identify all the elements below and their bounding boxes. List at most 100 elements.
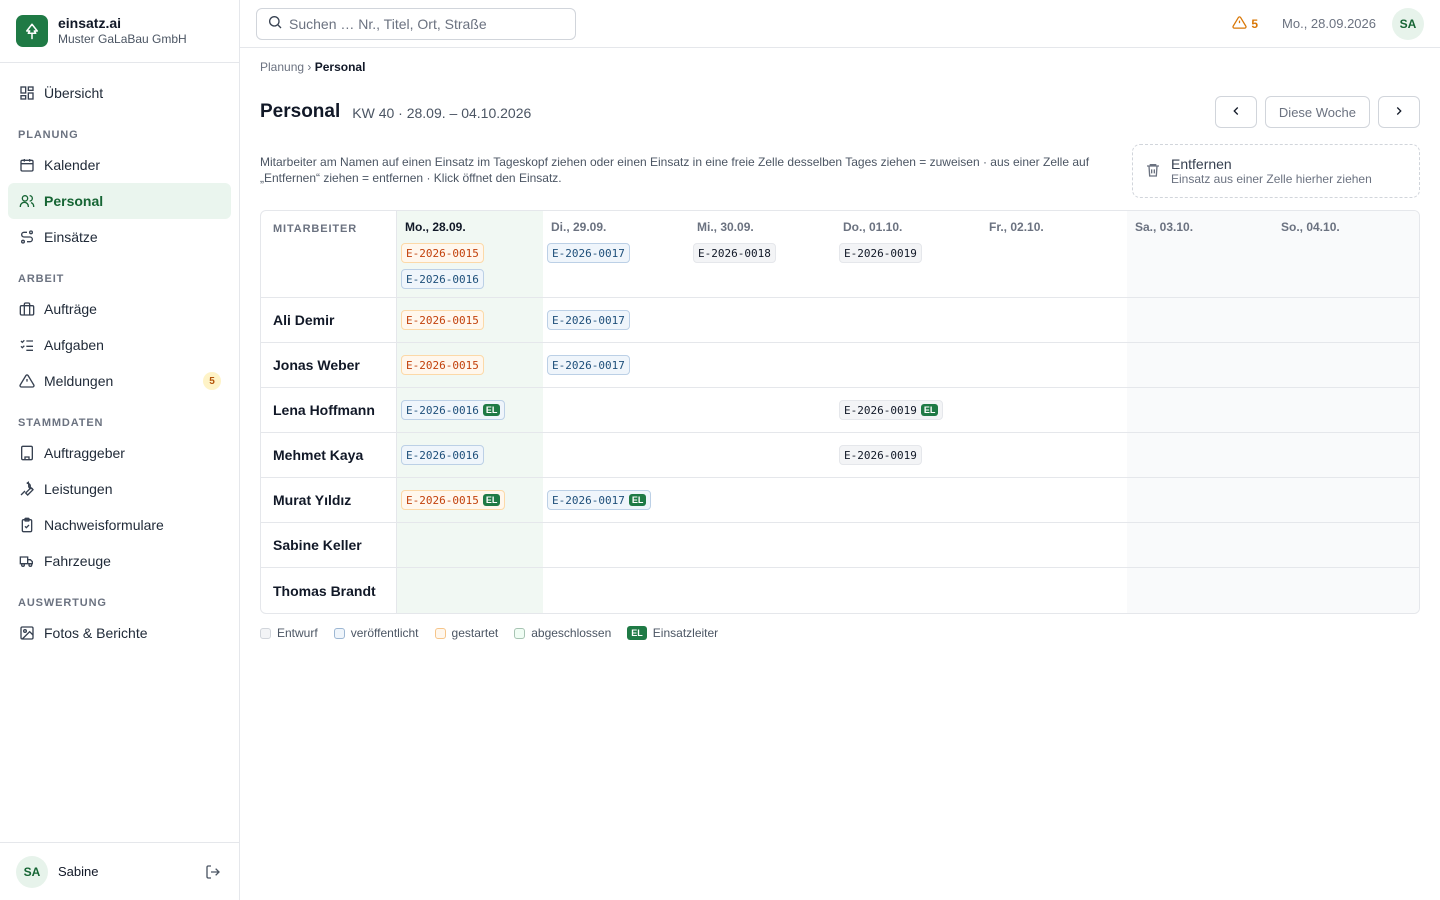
einsatz-chip[interactable]: E-2026-0015 [401, 355, 484, 375]
einsatz-chip[interactable]: E-2026-0017 [547, 310, 630, 330]
einsatz-chip[interactable]: E-2026-0017 [547, 243, 630, 263]
schedule-cell[interactable]: E-2026-0016 EL [397, 388, 543, 432]
search-box[interactable] [256, 7, 576, 40]
schedule-cell[interactable] [543, 523, 689, 567]
einsatz-chip[interactable]: E-2026-0017 [547, 355, 630, 375]
schedule-cell[interactable] [1273, 298, 1419, 342]
sidebar-item-fahrzeuge[interactable]: Fahrzeuge [8, 543, 231, 579]
schedule-cell[interactable] [981, 388, 1127, 432]
employee-name[interactable]: Jonas Weber [273, 357, 360, 373]
warnings-indicator[interactable]: 5 [1232, 15, 1258, 33]
breadcrumb-current: Personal [314, 60, 366, 74]
sidebar-item-auftraege[interactable]: Aufträge [8, 291, 231, 327]
schedule-cell[interactable] [1273, 388, 1419, 432]
schedule-cell[interactable] [1127, 388, 1273, 432]
prev-week-button[interactable] [1214, 96, 1257, 128]
employee-name[interactable]: Mehmet Kaya [273, 447, 363, 463]
schedule-cell[interactable] [543, 433, 689, 477]
schedule-cell[interactable] [397, 523, 543, 567]
schedule-cell[interactable] [835, 568, 981, 613]
schedule-cell[interactable] [1273, 568, 1419, 613]
schedule-cell[interactable] [981, 478, 1127, 522]
schedule-cell[interactable] [981, 343, 1127, 387]
schedule-cell[interactable]: E-2026-0019 [835, 433, 981, 477]
einsatz-chip[interactable]: E-2026-0017 EL [547, 490, 652, 510]
schedule-cell[interactable] [397, 568, 543, 613]
schedule-cell[interactable]: E-2026-0019 EL [835, 388, 981, 432]
breadcrumb-parent[interactable]: Planung [260, 60, 304, 74]
employee-name[interactable]: Lena Hoffmann [273, 402, 375, 418]
logout-icon[interactable] [203, 862, 223, 882]
employee-name[interactable]: Ali Demir [273, 312, 334, 328]
schedule-cell[interactable] [1127, 568, 1273, 613]
einsatz-chip[interactable]: E-2026-0019 [839, 445, 922, 465]
sidebar-item-personal[interactable]: Personal [8, 183, 231, 219]
schedule-cell[interactable]: E-2026-0017 [543, 298, 689, 342]
next-week-button[interactable] [1378, 96, 1420, 128]
employee-name[interactable]: Thomas Brandt [273, 583, 376, 599]
sidebar-item-aufgaben[interactable]: Aufgaben [8, 327, 231, 363]
schedule-cell[interactable] [1127, 478, 1273, 522]
einsatz-chip[interactable]: E-2026-0015 [401, 310, 484, 330]
schedule-cell[interactable] [835, 298, 981, 342]
schedule-cell[interactable] [1273, 433, 1419, 477]
remove-dropzone[interactable]: Entfernen Einsatz aus einer Zelle hierhe… [1132, 144, 1420, 198]
instructions-text: Mitarbeiter am Namen auf einen Einsatz i… [260, 155, 1090, 185]
schedule-cell[interactable] [1127, 433, 1273, 477]
sidebar-item-nachweisformulare[interactable]: Nachweisformulare [8, 507, 231, 543]
schedule-cell[interactable] [1273, 478, 1419, 522]
schedule-cell[interactable]: E-2026-0015 [397, 298, 543, 342]
avatar[interactable]: SA [16, 855, 48, 888]
chevron-right-icon [1392, 104, 1406, 121]
schedule-cell[interactable] [835, 523, 981, 567]
einsatz-chip[interactable]: E-2026-0016 [401, 445, 484, 465]
sidebar-item-einsaetze[interactable]: Einsätze [8, 219, 231, 255]
schedule-cell[interactable] [981, 568, 1127, 613]
schedule-cell[interactable] [689, 298, 835, 342]
schedule-cell[interactable] [1127, 298, 1273, 342]
einsatz-chip[interactable]: E-2026-0019 [839, 243, 922, 263]
schedule-cell[interactable] [689, 433, 835, 477]
sidebar-item-auftraggeber[interactable]: Auftraggeber [8, 435, 231, 471]
employee-name[interactable]: Murat Yıldız [273, 492, 351, 508]
schedule-cell[interactable] [981, 523, 1127, 567]
einsatz-chip[interactable]: E-2026-0019 EL [839, 400, 944, 420]
sidebar-item-fotos[interactable]: Fotos & Berichte [8, 615, 231, 651]
schedule-cell[interactable] [689, 478, 835, 522]
schedule-cell[interactable] [543, 388, 689, 432]
einsatz-id: E-2026-0016 [406, 403, 479, 417]
sidebar-item-kalender[interactable]: Kalender [8, 147, 231, 183]
schedule-cell[interactable]: E-2026-0015 [397, 343, 543, 387]
einsatz-chip[interactable]: E-2026-0015 [401, 243, 484, 263]
einsatz-chip[interactable]: E-2026-0018 [693, 243, 776, 263]
schedule-cell[interactable] [1127, 343, 1273, 387]
this-week-button[interactable]: Diese Woche [1264, 96, 1370, 128]
grid-header-row: MITARBEITER Mo., 28.09. E-2026-0015 E-2026… [261, 211, 1419, 298]
top-avatar[interactable]: SA [1392, 7, 1424, 40]
schedule-cell[interactable] [981, 433, 1127, 477]
schedule-cell[interactable]: E-2026-0015 EL [397, 478, 543, 522]
schedule-cell[interactable] [835, 343, 981, 387]
schedule-cell[interactable] [543, 568, 689, 613]
sidebar-item-uebersicht[interactable]: Übersicht [8, 75, 231, 111]
schedule-cell[interactable] [689, 343, 835, 387]
schedule-cell[interactable]: E-2026-0017 [543, 343, 689, 387]
einsatz-chip[interactable]: E-2026-0016 EL [401, 400, 506, 420]
schedule-cell[interactable] [1273, 343, 1419, 387]
schedule-cell[interactable] [689, 523, 835, 567]
schedule-cell[interactable] [689, 568, 835, 613]
schedule-cell[interactable] [981, 298, 1127, 342]
schedule-cell[interactable] [1273, 523, 1419, 567]
einsatz-chip[interactable]: E-2026-0015 EL [401, 490, 506, 510]
schedule-cell[interactable] [1127, 523, 1273, 567]
einsatz-chip[interactable]: E-2026-0016 [401, 269, 484, 289]
schedule-cell[interactable] [835, 478, 981, 522]
search-input[interactable] [289, 15, 559, 32]
schedule-cell[interactable]: E-2026-0016 [397, 433, 543, 477]
sidebar-item-meldungen[interactable]: Meldungen 5 [8, 363, 231, 399]
sidebar-item-leistungen[interactable]: Leistungen [8, 471, 231, 507]
schedule-cell[interactable] [689, 388, 835, 432]
employee-name[interactable]: Sabine Keller [273, 537, 362, 553]
schedule-cell[interactable]: E-2026-0017 EL [543, 478, 689, 522]
nav-section-planung: PLANUNG [18, 129, 79, 141]
